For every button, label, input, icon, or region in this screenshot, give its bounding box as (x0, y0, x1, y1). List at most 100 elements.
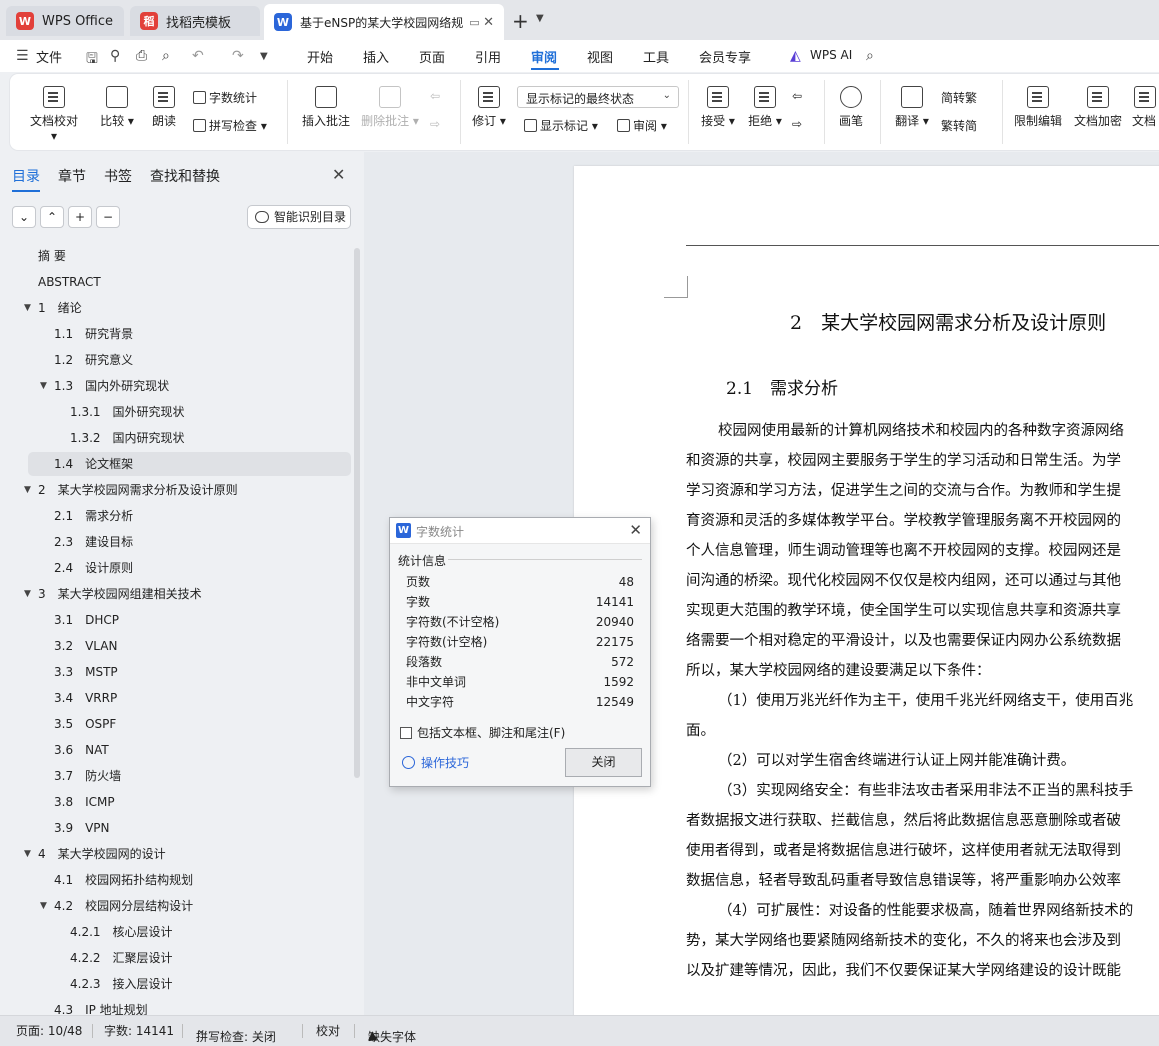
body-line[interactable]: 校园网使用最新的计算机网络技术和校园内的各种数字资源网络 (718, 416, 1124, 446)
tab-document[interactable]: W 基于eNSP的某大学校园网络规 ▭ ✕ (264, 4, 504, 40)
checkbox-box[interactable] (400, 727, 412, 739)
menu-tools[interactable]: 工具 (643, 47, 669, 66)
body-line[interactable]: 实现更大范围的教学环境，使全国学生可以实现信息共享和资源共享 (686, 596, 1121, 626)
body-line[interactable]: （3）实现网络安全：有些非法攻击者采用非法不正当的黑科技手 (718, 776, 1133, 806)
body-line[interactable]: 势，某大学网络也要紧随网络新技术的变化，不久的将来也会涉及到 (686, 926, 1121, 956)
expand-triangle-icon[interactable]: ▼ (40, 894, 47, 918)
toc-item[interactable]: 摘 要 (38, 244, 66, 268)
nav-tab-bookmarks[interactable]: 书签 (104, 166, 132, 186)
toc-item[interactable]: 4.2.1 核心层设计 (70, 920, 173, 944)
review-pane-button[interactable]: 审阅 ▾ (617, 117, 667, 134)
toc-item[interactable]: 2.4 设计原则 (54, 556, 133, 580)
toc-item[interactable]: ▼ 1 绪论 (24, 296, 82, 320)
proof-indicator[interactable]: 校对 (316, 1022, 340, 1039)
close-pane-icon[interactable]: ✕ (332, 165, 345, 184)
new-tab-icon[interactable]: + (512, 9, 529, 33)
delete-comment-button[interactable]: 删除批注 ▾ (360, 86, 420, 129)
wps-ai-icon[interactable]: ◭ (790, 48, 801, 64)
toc-item[interactable]: ▼ 4 某大学校园网的设计 (24, 842, 166, 866)
prev-comment-icon[interactable]: ⇦ (430, 89, 440, 103)
doc-more-button[interactable]: 文档 (1132, 86, 1159, 129)
toc-item[interactable]: 3.9 VPN (54, 816, 110, 840)
page-indicator[interactable]: 页面: 10/48 (16, 1022, 82, 1039)
toc-item[interactable]: 4.2.2 汇聚层设计 (70, 946, 173, 970)
restrict-edit-button[interactable]: 限制编辑 (1012, 86, 1064, 129)
word-count-button[interactable]: 字数统计 (193, 89, 257, 106)
toc-item[interactable]: 1.4 论文框架 (54, 452, 133, 476)
share-icon[interactable]: ⚲ (110, 48, 120, 64)
insert-comment-button[interactable]: 插入批注 (298, 86, 354, 129)
menu-view[interactable]: 视图 (587, 47, 613, 66)
nav-tab-chapters[interactable]: 章节 (58, 166, 86, 186)
dialog-titlebar[interactable]: W 字数统计 ✕ (390, 518, 650, 544)
reject-button[interactable]: 拒绝 ▾ (744, 86, 786, 129)
add-heading-icon[interactable]: + (68, 206, 92, 228)
toc-item[interactable]: 1.2 研究意义 (54, 348, 133, 372)
document-page[interactable]: 2 某大学校园网需求分析及设计原则 2.1 需求分析 校园网使用最新的计算机网络… (574, 166, 1159, 1015)
toc-item[interactable]: ▼ 3 某大学校园网组建相关技术 (24, 582, 202, 606)
to-simplified-button[interactable]: 繁转简 (941, 117, 977, 134)
menu-insert[interactable]: 插入 (363, 47, 389, 66)
toc-item[interactable]: 3.8 ICMP (54, 790, 115, 814)
next-change-icon[interactable]: ⇨ (792, 117, 802, 131)
toc-item[interactable]: ABSTRACT (38, 270, 101, 294)
body-line[interactable]: 间沟通的桥梁。现代化校园网不仅仅是校内组网，还可以通过与其他 (686, 566, 1121, 596)
body-line[interactable]: 学习资源和学习方法，促进学生之间的交流与合作。为教师和学生提 (686, 476, 1121, 506)
menu-file[interactable]: 文件 (36, 47, 62, 66)
next-comment-icon[interactable]: ⇨ (430, 117, 440, 131)
toc-item[interactable]: 3.2 VLAN (54, 634, 117, 658)
word-count-indicator[interactable]: 字数: 14141 (104, 1022, 174, 1039)
toc-item[interactable]: 2.1 需求分析 (54, 504, 133, 528)
show-markup-button[interactable]: 显示标记 ▾ (524, 117, 598, 134)
chevron-down-icon[interactable]: ▼ (536, 13, 544, 24)
expand-triangle-icon[interactable]: ▼ (24, 582, 31, 606)
spell-check-indicator[interactable]: 拼写检查: 关闭 ⌄ (196, 1022, 276, 1044)
toc-item[interactable]: 4.2.3 接入层设计 (70, 972, 173, 996)
body-line[interactable]: 育资源和灵活的多媒体教学平台。学校教学管理服务离不开校园网的 (686, 506, 1121, 536)
collapse-down-icon[interactable]: ⌄ (12, 206, 36, 228)
section-heading[interactable]: 2.1 需求分析 (726, 374, 838, 399)
smart-toc-button[interactable]: 智能识别目录 (247, 205, 351, 229)
body-line[interactable]: 络需要一个相对稳定的平滑设计，以及也需要保证内网办公系统数据 (686, 626, 1121, 656)
toc-item[interactable]: 3.3 MSTP (54, 660, 118, 684)
translate-button[interactable]: 翻译 ▾ (892, 86, 932, 129)
close-button[interactable]: 关闭 (565, 748, 642, 777)
nav-tab-find-replace[interactable]: 查找和替换 (150, 166, 220, 186)
doc-proof-button[interactable]: 文档校对 ▾ (26, 86, 82, 143)
toc-item[interactable]: 3.1 DHCP (54, 608, 119, 632)
body-line[interactable]: （1）使用万兆光纤作为主干，使用千兆光纤网络支干，使用百兆 (718, 686, 1133, 716)
toc-item[interactable]: ▼ 4.2 校园网分层结构设计 (40, 894, 193, 918)
include-textbox-checkbox[interactable]: 包括文本框、脚注和尾注(F) (400, 724, 565, 741)
prev-change-icon[interactable]: ⇦ (792, 89, 802, 103)
accept-button[interactable]: 接受 ▾ (698, 86, 738, 129)
expand-triangle-icon[interactable]: ▼ (40, 374, 47, 398)
search-icon[interactable]: ⌕ (866, 48, 874, 64)
spell-check-button[interactable]: 拼写检查 ▾ (193, 117, 267, 134)
toc-item[interactable]: 1.3.1 国外研究现状 (70, 400, 185, 424)
to-traditional-button[interactable]: 简转繁 (941, 89, 977, 106)
body-line[interactable]: 以及扩建等情况，因此，我们不仅要保证某大学网络建设的设计既能 (686, 956, 1121, 986)
chevron-down-icon[interactable]: ▼ (260, 51, 268, 62)
toc-scrollbar[interactable] (354, 248, 360, 778)
save-icon[interactable]: 🖫 (86, 48, 98, 72)
body-line[interactable]: 所以，某大学校园网络的建设要满足以下条件： (686, 656, 991, 686)
body-line[interactable]: 个人信息管理，师生调动管理等也离不开校园网的支撑。校园网还是 (686, 536, 1121, 566)
body-line[interactable]: 面。 (686, 716, 715, 746)
menu-home[interactable]: 开始 (307, 47, 333, 66)
tips-link[interactable]: 操作技巧 (402, 754, 469, 771)
hamburger-icon[interactable]: ☰ (16, 48, 29, 64)
monitor-icon[interactable]: ▭ (469, 16, 479, 29)
track-changes-button[interactable]: 修订 ▾ (470, 86, 508, 129)
body-line[interactable]: （2）可以对学生宿舍终端进行认证上网并能准确计费。 (718, 746, 1075, 776)
expand-triangle-icon[interactable]: ▼ (24, 478, 31, 502)
toc-item[interactable]: 1.1 研究背景 (54, 322, 133, 346)
compare-button[interactable]: 比较 ▾ (96, 86, 138, 129)
menu-membership[interactable]: 会员专享 (699, 47, 751, 66)
remove-heading-icon[interactable]: − (96, 206, 120, 228)
body-line[interactable]: （4）可扩展性：对设备的性能要求极高，随着世界网络新技术的 (718, 896, 1133, 926)
close-icon[interactable]: ✕ (629, 521, 642, 539)
print-preview-icon[interactable]: ⌕ (162, 48, 170, 64)
body-line[interactable]: 者数据报文进行获取、拦截信息，然后将此数据信息恶意删除或者破 (686, 806, 1121, 836)
tab-template[interactable]: 稻 找稻壳模板 (130, 6, 260, 36)
body-line[interactable]: 和资源的共享，校园网主要服务于学生的学习活动和日常生活。为学 (686, 446, 1121, 476)
